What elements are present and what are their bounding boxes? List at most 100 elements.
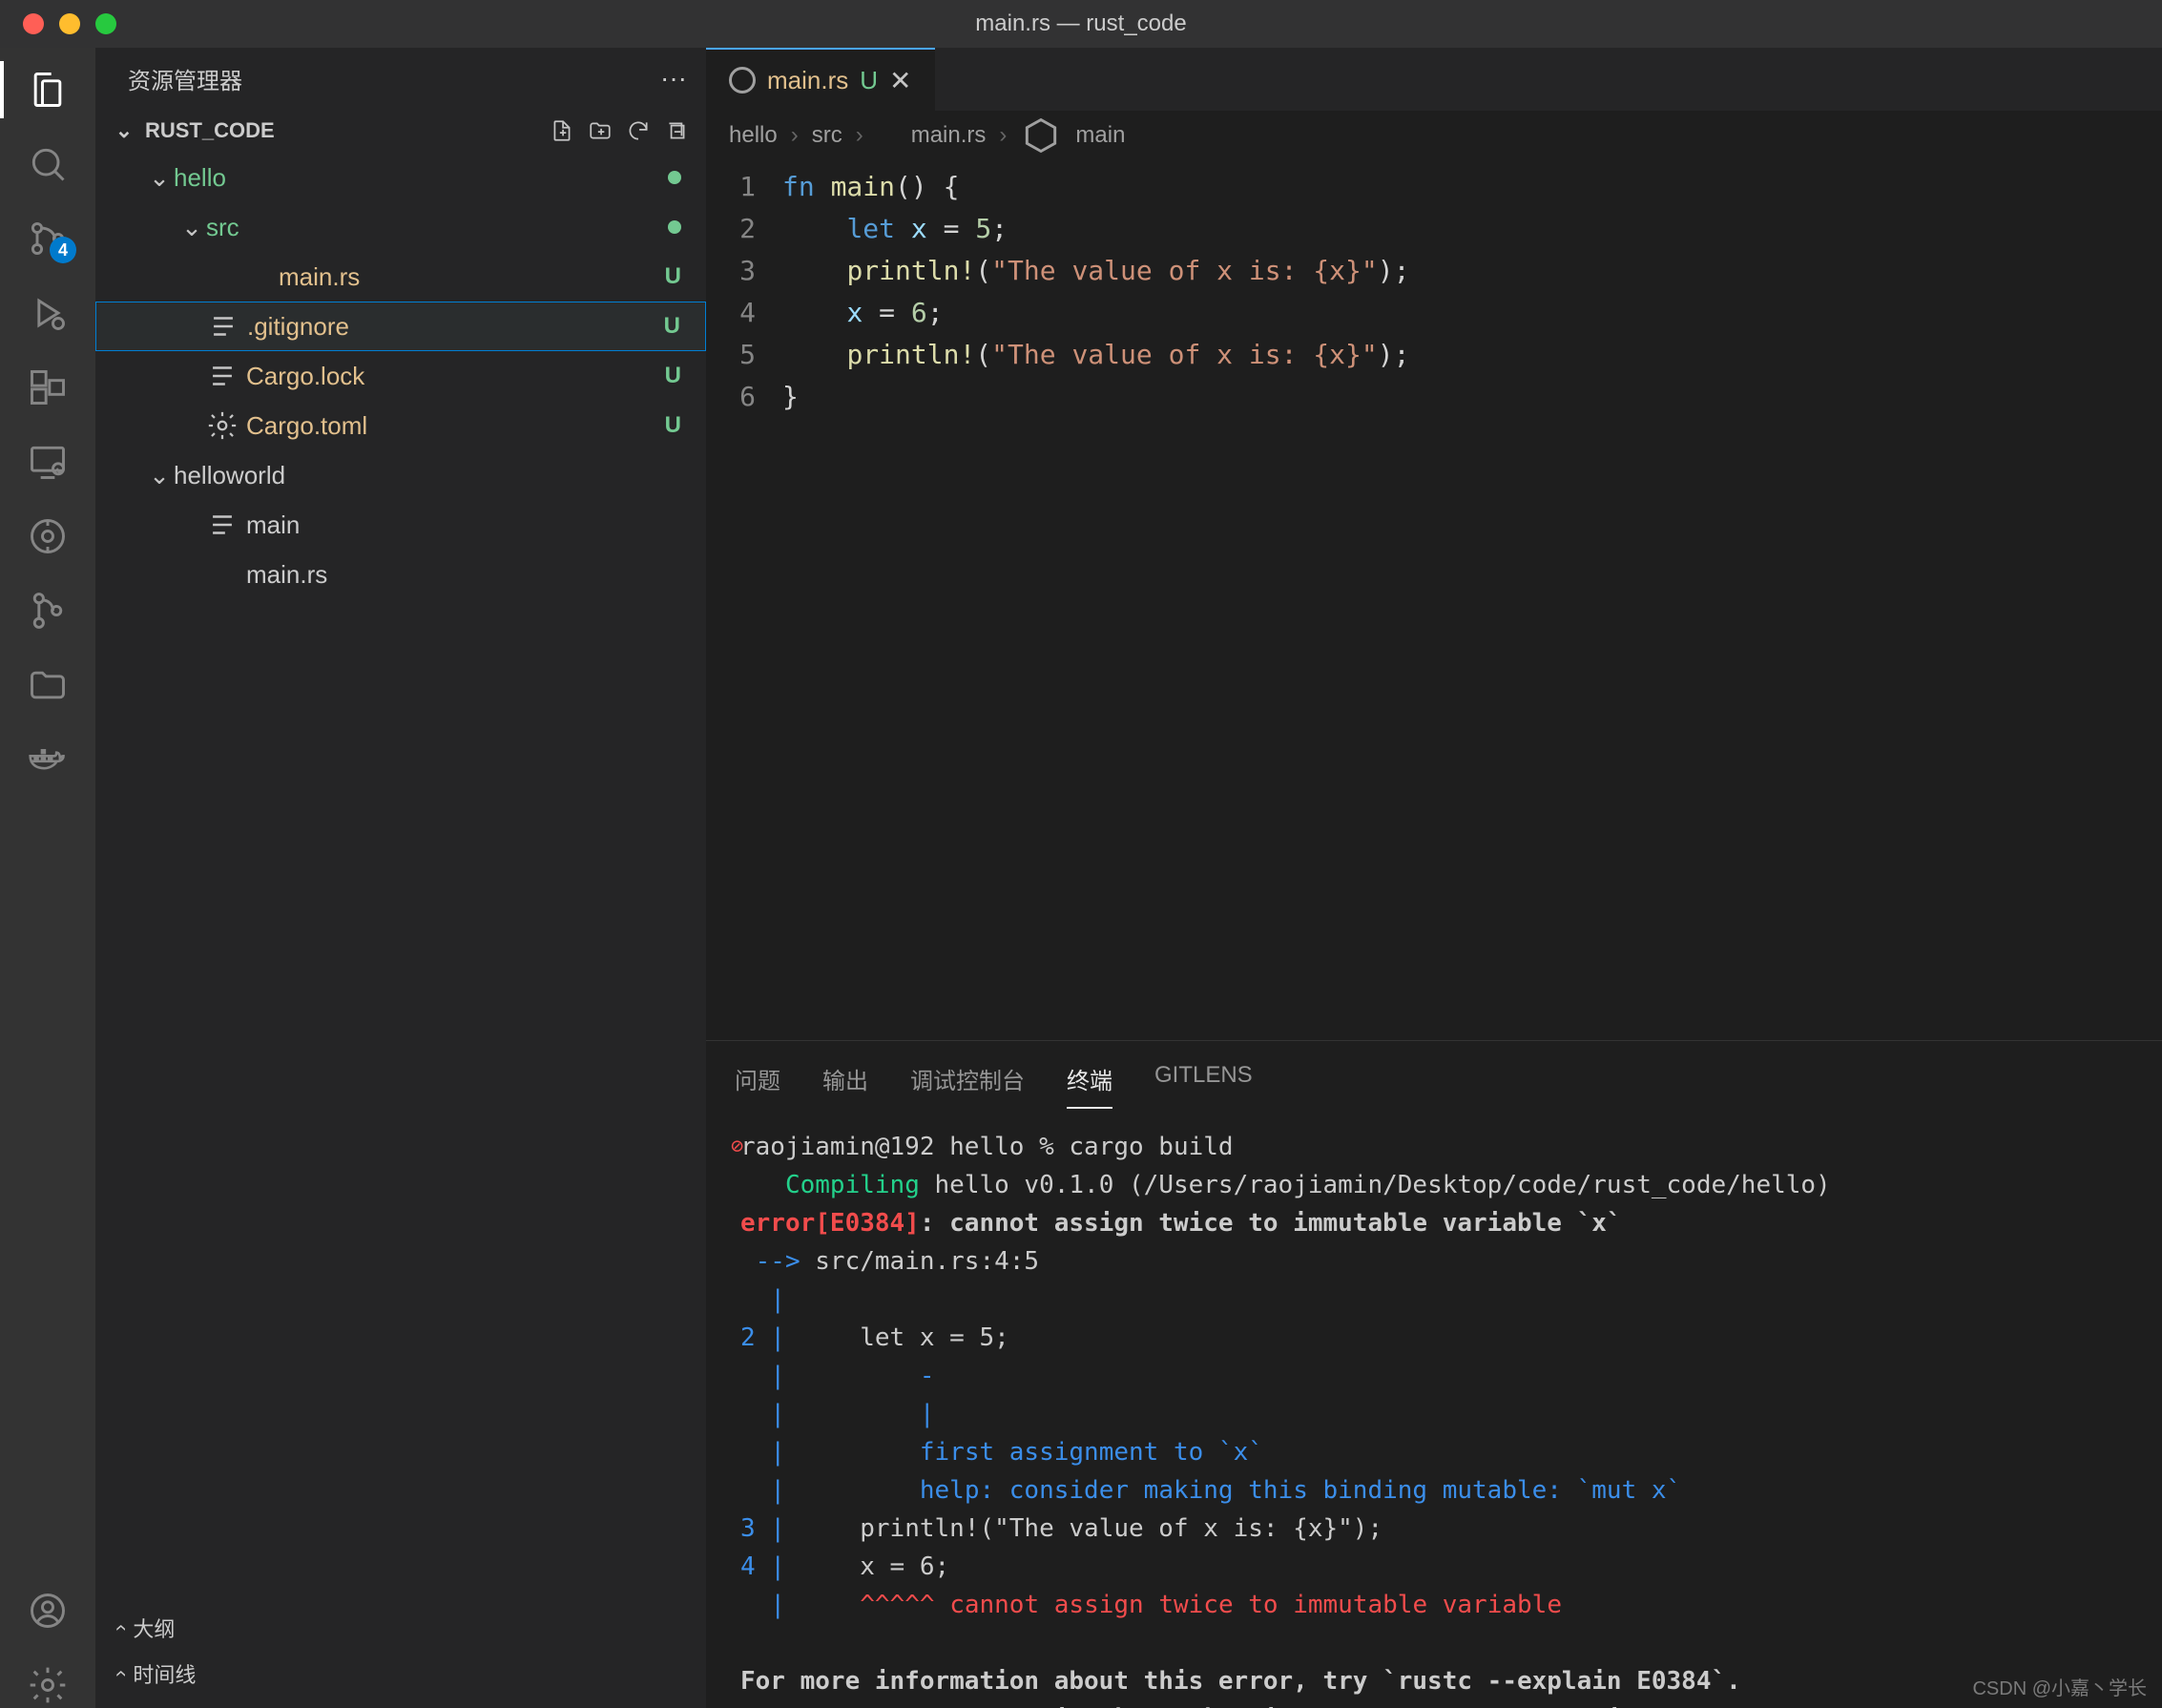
tree-file[interactable]: main — [95, 500, 706, 550]
chevron-right-icon: › — [108, 1624, 133, 1631]
search-icon[interactable] — [25, 141, 71, 187]
file-tree: ⌄hello⌄srcmain.rsU.gitignoreUCargo.lockU… — [95, 153, 706, 599]
tab-terminal[interactable]: 终端 — [1067, 1062, 1112, 1109]
tree-item-label: main.rs — [246, 560, 681, 590]
folder-icon[interactable] — [25, 662, 71, 708]
line-number: 3 — [706, 250, 782, 292]
line-number: 2 — [706, 208, 782, 250]
tab-git-status: U — [860, 66, 878, 95]
chevron-right-icon: › — [108, 1670, 133, 1677]
line-number: 6 — [706, 376, 782, 418]
breadcrumb-item[interactable]: src — [812, 122, 842, 149]
extensions-icon[interactable] — [25, 365, 71, 410]
tab-output[interactable]: 输出 — [822, 1062, 868, 1109]
activity-bar: 4 — [0, 48, 95, 1708]
git-modified-dot — [668, 220, 681, 234]
chevron-down-icon: ⌄ — [145, 163, 174, 193]
file-icon — [206, 355, 239, 397]
outline-section[interactable]: › 大纲 — [95, 1605, 706, 1651]
tree-item-label: src — [206, 213, 668, 242]
line-number: 1 — [706, 166, 782, 208]
line-number: 5 — [706, 334, 782, 376]
breadcrumb[interactable]: hello› src› main.rs› main — [706, 111, 2162, 160]
tree-folder[interactable]: ⌄hello — [95, 153, 706, 202]
explorer-actions — [550, 118, 689, 143]
refresh-icon[interactable] — [626, 118, 651, 143]
run-debug-icon[interactable] — [25, 290, 71, 336]
project-header[interactable]: ⌄ RUST_CODE — [95, 109, 706, 153]
tree-item-label: hello — [174, 163, 668, 193]
sidebar-more-icon[interactable]: ··· — [660, 63, 687, 94]
window-controls — [0, 13, 116, 34]
tree-file[interactable]: main.rsU — [95, 252, 706, 302]
sidebar-title: 资源管理器 — [128, 62, 242, 95]
docker-icon[interactable] — [25, 737, 71, 782]
new-folder-icon[interactable] — [588, 118, 613, 143]
window-title: main.rs — rust_code — [975, 10, 1186, 37]
project-name: RUST_CODE — [145, 118, 275, 143]
breadcrumb-item[interactable]: main.rs — [911, 122, 987, 149]
chevron-down-icon: ⌄ — [177, 213, 206, 242]
scm-badge: 4 — [50, 237, 76, 263]
chevron-down-icon: ⌄ — [113, 118, 135, 143]
tree-file[interactable]: Cargo.tomlU — [95, 401, 706, 450]
accounts-icon[interactable] — [25, 1588, 71, 1634]
new-file-icon[interactable] — [550, 118, 574, 143]
editor-area: main.rs U ✕ hello› src› main.rs› main 1f… — [706, 48, 2162, 1708]
timeline-section[interactable]: › 时间线 — [95, 1651, 706, 1697]
bottom-panel: 问题 输出 调试控制台 终端 GITLENS ⊘raojiamin@192 he… — [706, 1040, 2162, 1708]
rust-icon — [877, 125, 898, 146]
tab-filename: main.rs — [767, 66, 848, 95]
tree-file[interactable]: main.rs — [95, 550, 706, 599]
panel-tabs: 问题 输出 调试控制台 终端 GITLENS — [706, 1041, 2162, 1109]
git-graph-icon[interactable] — [25, 588, 71, 634]
tab-debug-console[interactable]: 调试控制台 — [910, 1062, 1025, 1109]
file-icon — [206, 405, 239, 447]
close-tab-icon[interactable]: ✕ — [889, 65, 911, 96]
rust-icon — [729, 67, 756, 94]
collapse-all-icon[interactable] — [664, 118, 689, 143]
breadcrumb-item[interactable]: hello — [729, 122, 778, 149]
line-number: 4 — [706, 292, 782, 334]
kill-terminal-icon[interactable]: ⊘ — [731, 1128, 743, 1166]
file-icon — [239, 266, 271, 287]
sidebar-title-row: 资源管理器 ··· — [95, 48, 706, 109]
tree-folder[interactable]: ⌄helloworld — [95, 450, 706, 500]
watermark: CSDN @小嘉丶学长 — [1972, 1673, 2147, 1700]
git-status: U — [665, 263, 681, 290]
gitlens-icon[interactable] — [25, 513, 71, 559]
settings-icon[interactable] — [25, 1662, 71, 1708]
minimize-window-icon[interactable] — [59, 13, 80, 34]
tree-folder[interactable]: ⌄src — [95, 202, 706, 252]
tree-item-label: main — [246, 510, 681, 540]
close-window-icon[interactable] — [23, 13, 44, 34]
outline-label: 大纲 — [133, 1613, 175, 1643]
git-status: U — [665, 412, 681, 439]
git-modified-dot — [668, 171, 681, 184]
explorer-sidebar: 资源管理器 ··· ⌄ RUST_CODE ⌄hello⌄srcmain.rsU… — [95, 48, 706, 1708]
source-control-icon[interactable]: 4 — [25, 216, 71, 261]
editor-tabs: main.rs U ✕ — [706, 48, 2162, 111]
maximize-window-icon[interactable] — [95, 13, 116, 34]
symbol-icon — [1020, 115, 1062, 156]
tree-item-label: helloworld — [174, 461, 681, 490]
chevron-down-icon: ⌄ — [145, 461, 174, 490]
file-icon — [206, 564, 239, 585]
tree-file[interactable]: Cargo.lockU — [95, 351, 706, 401]
tab-problems[interactable]: 问题 — [735, 1062, 780, 1109]
git-status: U — [665, 363, 681, 389]
explorer-icon[interactable] — [25, 67, 71, 113]
tab-main-rs[interactable]: main.rs U ✕ — [706, 48, 935, 111]
tab-gitlens[interactable]: GITLENS — [1154, 1062, 1253, 1109]
tree-item-label: .gitignore — [247, 312, 664, 342]
code-editor[interactable]: 1fn main() {2 let x = 5;3 println!("The … — [706, 160, 2162, 1040]
remote-explorer-icon[interactable] — [25, 439, 71, 485]
breadcrumb-item[interactable]: main — [1075, 122, 1125, 149]
file-icon — [207, 305, 239, 347]
git-status: U — [664, 313, 680, 340]
file-icon — [206, 504, 239, 546]
tree-file[interactable]: .gitignoreU — [95, 302, 706, 351]
tree-item-label: Cargo.lock — [246, 362, 665, 391]
titlebar: main.rs — rust_code — [0, 0, 2162, 48]
terminal-output[interactable]: ⊘raojiamin@192 hello % cargo build Compi… — [706, 1109, 2162, 1708]
